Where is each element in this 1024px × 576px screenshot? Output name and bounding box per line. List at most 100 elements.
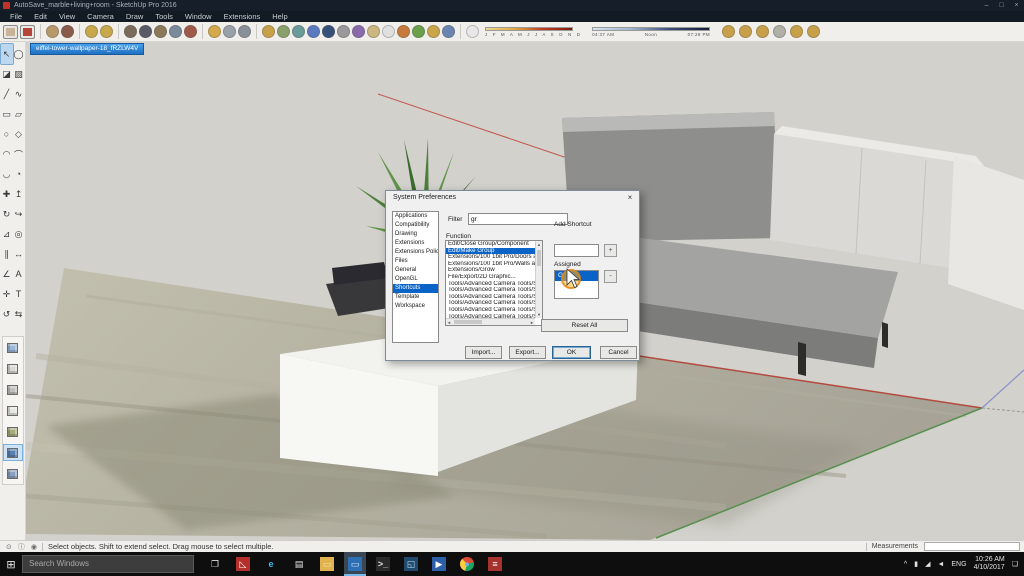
toolbar-icon[interactable] [256,24,257,39]
category-item[interactable]: Extensions Policy [393,248,438,257]
three-point-arc-tool-icon[interactable]: ◡ [1,164,13,184]
filter-input[interactable] [468,213,568,225]
horizontal-scrollbar[interactable]: ◄ ► [446,318,535,325]
function-item[interactable]: Edit/Make Group [446,248,535,255]
menu-item[interactable]: Edit [28,11,53,22]
drape-tool-icon[interactable] [756,25,769,38]
fog-toggle-icon[interactable] [382,25,395,38]
textured-style-icon[interactable] [322,25,335,38]
polygon-tool-icon[interactable]: ◇ [13,124,25,144]
add-location-icon[interactable] [397,25,410,38]
category-item[interactable]: Applications [393,212,438,221]
red-app-icon[interactable]: ≡ [484,552,506,576]
assigned-item[interactable]: G [555,271,598,281]
menu-item[interactable]: Extensions [218,11,267,22]
menu-item[interactable]: Draw [120,11,150,22]
rectangle-tool-icon[interactable]: ▭ [1,104,13,124]
menu-item[interactable]: File [4,11,28,22]
iso-view-icon[interactable] [208,25,221,38]
photo-textures-icon[interactable] [412,25,425,38]
export-button[interactable]: Export... [509,346,546,359]
dimension-tool-icon[interactable]: ↔ [13,244,25,264]
sketchup-taskbar-icon[interactable]: ◺ [232,552,254,576]
x-ray-style-icon[interactable] [4,340,22,355]
make-component-icon[interactable] [46,25,59,38]
top-view-icon[interactable] [223,25,236,38]
language-indicator[interactable]: ENG [951,561,966,568]
3d-text-tool-icon[interactable]: T [13,284,25,304]
function-item[interactable]: Tools/Advanced Camera Tools/Sele [446,294,535,301]
toolbar-icon[interactable] [118,24,119,39]
shadow-time-slider[interactable]: 04:37 AM Noon 07:28 PM [592,27,710,37]
from-contours-tool-icon[interactable] [807,25,820,38]
paint-bucket-tool-icon[interactable] [154,25,167,38]
axes-tool-icon[interactable]: ✛ [1,284,13,304]
monochrome-style-icon[interactable] [4,466,22,481]
notification-center-icon[interactable]: ❏ [1012,560,1018,568]
function-item[interactable]: Tools/Advanced Camera Tools/Sele [446,307,535,314]
task-view-icon[interactable]: ❐ [204,552,226,576]
menu-item[interactable]: Window [179,11,218,22]
messaging-app-icon[interactable]: ▭ [344,552,366,576]
cancel-button[interactable]: Cancel [600,346,637,359]
reset-all-button[interactable]: Reset All [541,319,628,332]
tray-chevron-icon[interactable]: ^ [904,561,907,568]
circle-tool-icon[interactable]: ○ [1,124,13,144]
hidden-line-style-icon[interactable] [292,25,305,38]
push-pull-tool-icon[interactable]: ↥ [13,184,25,204]
function-item[interactable]: Tools/Advanced Camera Tools/Sele [446,281,535,288]
function-item[interactable]: Extensions/100 1bit Pro/Walls and p [446,261,535,268]
assigned-list[interactable]: G [554,270,599,299]
pencil-tool-icon[interactable] [124,25,137,38]
text-tool-icon[interactable]: A [13,264,25,284]
menu-item[interactable]: View [53,11,81,22]
scroll-thumb[interactable] [454,320,482,324]
pie-tool-icon[interactable]: ◔ [13,164,25,184]
function-item[interactable]: File/Export/2D Graphic... [446,274,535,281]
push-pull-tool-icon[interactable] [184,25,197,38]
send-to-layout-icon[interactable] [3,25,18,39]
chrome-browser-icon[interactable]: ● [456,552,478,576]
month-gradient-bar[interactable] [485,27,573,31]
wireframe-style-icon[interactable] [277,25,290,38]
pan-tool-icon[interactable]: ⇆ [13,304,25,324]
materials-icon[interactable] [61,25,74,38]
scroll-down-icon[interactable]: ▼ [536,311,542,318]
function-item[interactable]: Tools/Advanced Camera Tools/Sele [446,300,535,307]
vertical-scrollbar[interactable]: ▲ ▼ [535,241,542,318]
category-item[interactable]: General [393,266,438,275]
component-icon[interactable] [442,25,455,38]
two-point-arc-tool-icon[interactable]: ⌒ [13,144,25,164]
shaded-style-icon[interactable] [4,424,22,439]
volume-icon[interactable]: ◄ [937,561,944,568]
add-shortcut-input[interactable] [554,244,599,257]
time-gradient-bar[interactable] [592,27,710,31]
monochrome-style-icon[interactable] [337,25,350,38]
shadow-month-slider[interactable]: J F M A M J J A S O N D [485,27,582,37]
command-prompt-icon[interactable]: >_ [372,552,394,576]
battery-icon[interactable]: ▮ [914,560,918,568]
protractor-tool-icon[interactable]: ∠ [1,264,13,284]
scale-tool-icon[interactable]: ⊿ [1,224,13,244]
import-button[interactable]: Import... [465,346,502,359]
geolocation-icon[interactable]: ⊙ [6,543,12,551]
category-item[interactable]: Extensions [393,239,438,248]
scroll-left-icon[interactable]: ◄ [447,319,451,326]
start-button[interactable]: ⊞ [0,552,22,576]
select-tool-icon[interactable]: ↖ [1,44,13,64]
category-item[interactable]: Drawing [393,230,438,239]
flip-edge-tool-icon[interactable] [790,25,803,38]
function-item[interactable]: Tools/Advanced Camera Tools/Sele [446,287,535,294]
follow-me-tool-icon[interactable]: ↪ [13,204,25,224]
function-list[interactable]: Edit/Close Group/ComponentEdit/Make Grou… [445,240,543,326]
rotate-tool-icon[interactable]: ↻ [1,204,13,224]
document-tab[interactable]: eiffel-tower-wallpaper-18_fRZLW4V [30,43,144,55]
remove-shortcut-button[interactable]: - [604,270,617,283]
toolbar-icon[interactable] [79,24,80,39]
function-item[interactable]: Edit/Close Group/Component [446,241,535,248]
freehand-tool-icon[interactable]: ∿ [13,84,25,104]
shadows-toggle-icon[interactable] [367,25,380,38]
category-item[interactable]: Shortcuts [393,284,438,293]
clock[interactable]: 10:26 AM 4/10/2017 [974,556,1005,572]
menu-item[interactable]: Help [266,11,293,22]
